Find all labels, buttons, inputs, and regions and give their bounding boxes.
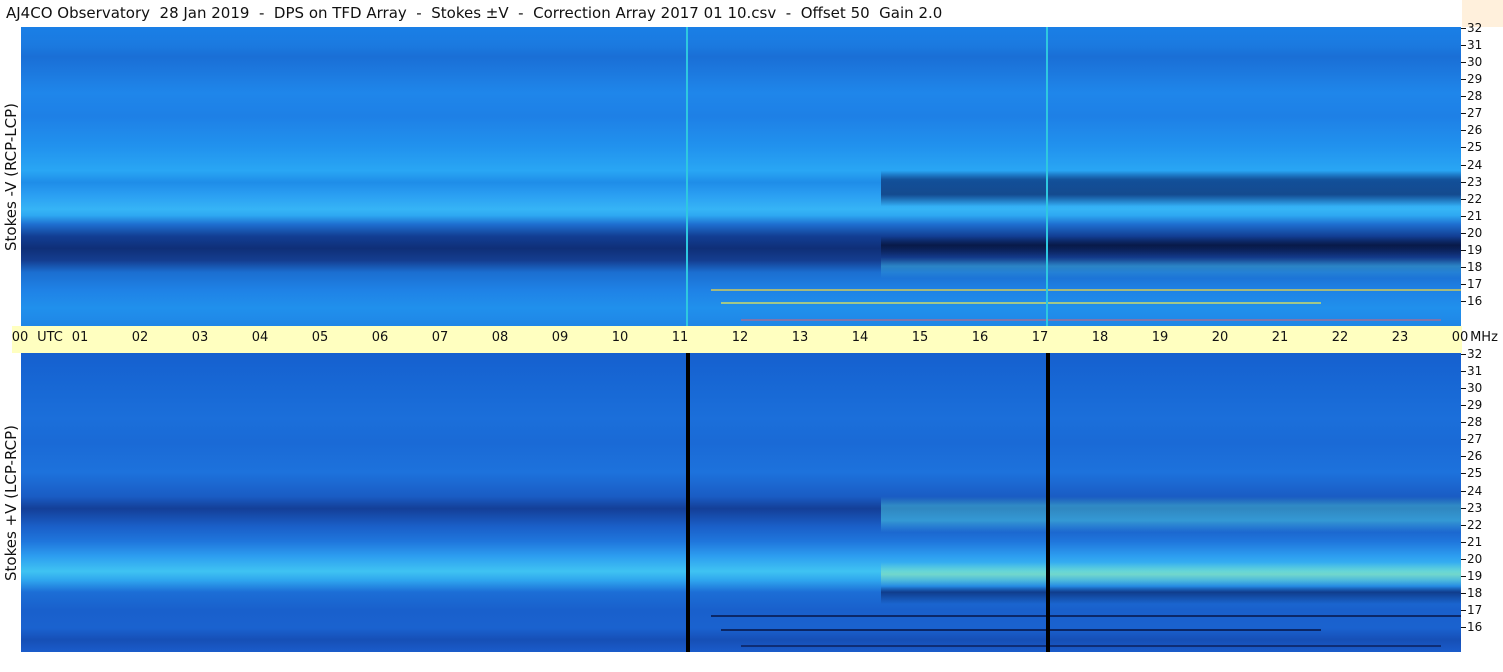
freq-label: 32 <box>1460 347 1483 361</box>
bottom-speckle-1 <box>711 615 1461 617</box>
time-label: 23 <box>1391 330 1409 345</box>
time-label: 13 <box>791 330 809 345</box>
freq-label: 23 <box>1460 501 1483 515</box>
time-label: UTC <box>37 330 63 345</box>
freq-label: 17 <box>1460 603 1483 617</box>
time-label: 19 <box>1151 330 1169 345</box>
time-label: 10 <box>611 330 629 345</box>
time-label: 03 <box>191 330 209 345</box>
time-label: 00 <box>11 330 29 345</box>
freq-label: 31 <box>1460 38 1483 52</box>
time-label: 16 <box>971 330 989 345</box>
freq-label: 21 <box>1460 209 1483 223</box>
top-speckle-2 <box>721 302 1321 304</box>
time-label: 22 <box>1331 330 1349 345</box>
freq-label: 29 <box>1460 398 1483 412</box>
top-panel-label-text: Stokes -V (RCP-LCP) <box>1 102 20 251</box>
time-label: 14 <box>851 330 869 345</box>
chart-title: AJ4CO Observatory 28 Jan 2019 - DPS on T… <box>0 0 1462 26</box>
freq-label: 22 <box>1460 518 1483 532</box>
time-label: 21 <box>1271 330 1289 345</box>
time-label: 07 <box>431 330 449 345</box>
time-label: 15 <box>911 330 929 345</box>
top-marker-line-2 <box>1046 27 1048 326</box>
freq-label: 21 <box>1460 535 1483 549</box>
time-label: MHz <box>1470 330 1498 345</box>
freq-label: 25 <box>1460 466 1483 480</box>
time-label: 02 <box>131 330 149 345</box>
freq-label: 27 <box>1460 106 1483 120</box>
bottom-speckle-2 <box>721 629 1321 631</box>
freq-axis-bottom: 32 31 30 29 28 27 26 25 24 23 22 21 20 1… <box>1460 348 1503 652</box>
freq-label: 26 <box>1460 123 1483 137</box>
time-label: 12 <box>731 330 749 345</box>
time-label: 17 <box>1031 330 1049 345</box>
freq-label: 28 <box>1460 89 1483 103</box>
freq-label: 29 <box>1460 72 1483 86</box>
bottom-speckle-3 <box>741 645 1441 647</box>
freq-label: 30 <box>1460 381 1483 395</box>
time-label: 06 <box>371 330 389 345</box>
freq-label: 22 <box>1460 192 1483 206</box>
bottom-panel-shift-region <box>881 353 1461 652</box>
bottom-marker-line-1 <box>686 353 690 652</box>
time-label: 18 <box>1091 330 1109 345</box>
top-speckle-3 <box>741 319 1441 321</box>
freq-label: 20 <box>1460 226 1483 240</box>
freq-label: 18 <box>1460 260 1483 274</box>
time-label: 01 <box>71 330 89 345</box>
freq-label: 23 <box>1460 175 1483 189</box>
freq-label: 26 <box>1460 449 1483 463</box>
time-label: 09 <box>551 330 569 345</box>
bottom-marker-line-2 <box>1046 353 1050 652</box>
freq-label: 25 <box>1460 140 1483 154</box>
time-label: 05 <box>311 330 329 345</box>
freq-label: 16 <box>1460 620 1483 634</box>
top-panel-shift-region <box>881 27 1461 326</box>
freq-label: 16 <box>1460 294 1483 308</box>
time-label: 00 <box>1451 330 1469 345</box>
freq-label: 20 <box>1460 552 1483 566</box>
freq-label: 30 <box>1460 55 1483 69</box>
time-axis-bar: 00 UTC 01 02 03 04 05 06 07 08 09 10 11 … <box>11 326 1498 353</box>
freq-label: 19 <box>1460 569 1483 583</box>
time-label: 04 <box>251 330 269 345</box>
freq-label: 18 <box>1460 586 1483 600</box>
time-label: 11 <box>671 330 689 345</box>
spectrogram-bottom <box>21 353 1461 652</box>
freq-label: 27 <box>1460 432 1483 446</box>
top-panel-label: Stokes -V (RCP-LCP) <box>0 27 21 326</box>
freq-axis-top: 32 31 30 29 28 27 26 25 24 23 22 21 20 1… <box>1460 22 1503 326</box>
freq-label: 31 <box>1460 364 1483 378</box>
freq-label: 24 <box>1460 484 1483 498</box>
top-speckle-1 <box>711 289 1461 291</box>
freq-label: 17 <box>1460 277 1483 291</box>
top-marker-line-1 <box>686 27 688 326</box>
bottom-panel-label-text: Stokes +V (LCP-RCP) <box>1 424 20 581</box>
freq-label: 28 <box>1460 415 1483 429</box>
freq-label: 19 <box>1460 243 1483 257</box>
time-label: 08 <box>491 330 509 345</box>
time-label: 20 <box>1211 330 1229 345</box>
spectrogram-top <box>21 27 1461 326</box>
freq-label: 32 <box>1460 21 1483 35</box>
bottom-panel-label: Stokes +V (LCP-RCP) <box>0 353 21 652</box>
freq-label: 24 <box>1460 158 1483 172</box>
